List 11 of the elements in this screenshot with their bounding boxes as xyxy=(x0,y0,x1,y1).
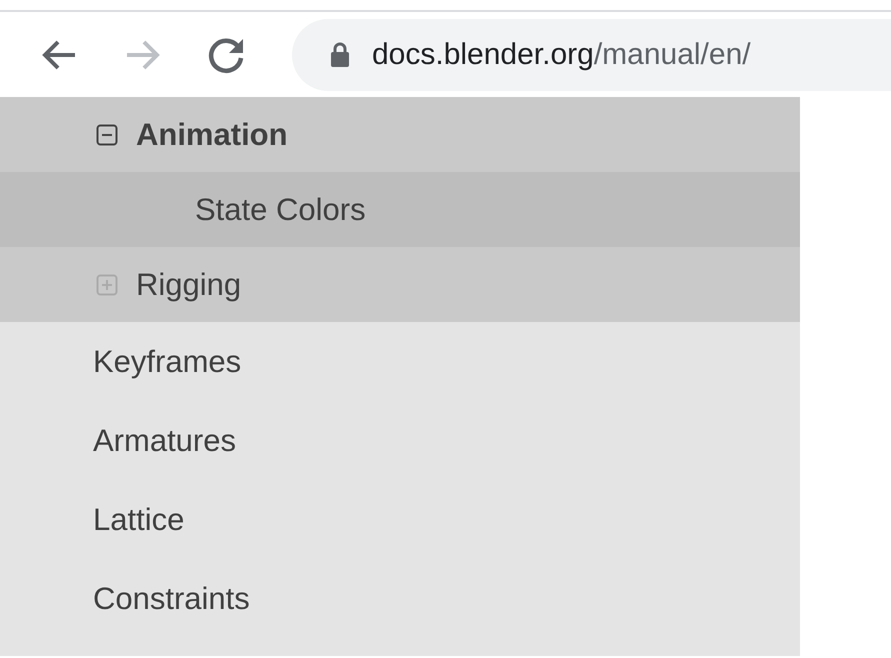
address-bar[interactable]: docs.blender.org/manual/en/ xyxy=(292,18,891,90)
nav-item[interactable]: Rigging xyxy=(0,247,800,322)
url-text: docs.blender.org/manual/en/ xyxy=(372,38,751,72)
collapse-icon[interactable] xyxy=(96,124,118,146)
nav-item[interactable]: State Colors xyxy=(0,172,800,247)
nav-item[interactable]: Keyframes xyxy=(0,322,800,401)
nav-item[interactable]: Armatures xyxy=(0,401,800,480)
nav-item[interactable]: Animation xyxy=(0,97,800,172)
nav-item[interactable]: Constraints xyxy=(0,559,800,638)
lock-icon xyxy=(330,42,350,68)
nav-item[interactable]: Lattice xyxy=(0,480,800,559)
